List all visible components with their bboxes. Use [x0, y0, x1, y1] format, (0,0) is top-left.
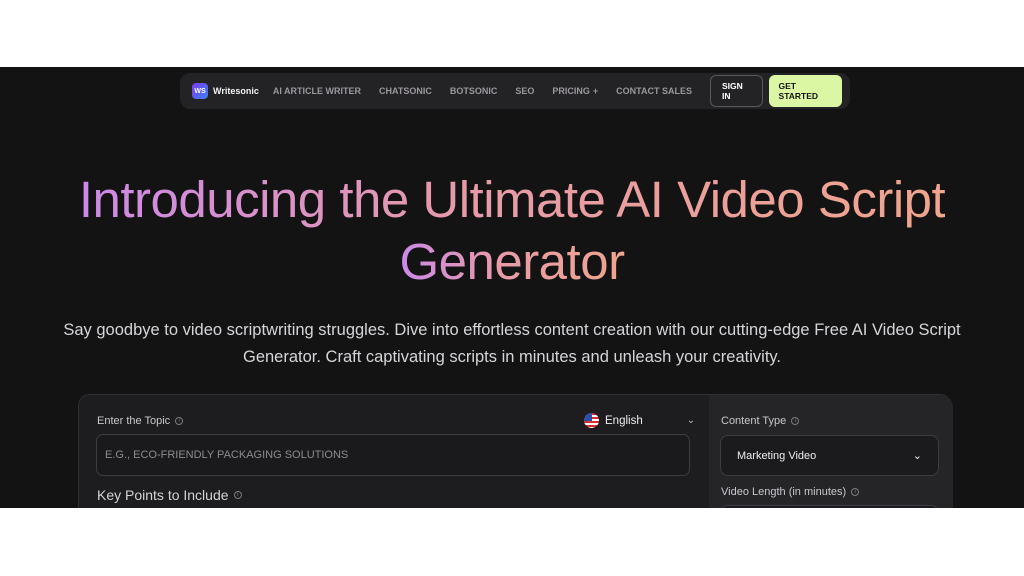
us-flag-icon: [584, 413, 599, 428]
nav-link-pricing[interactable]: PRICING +: [552, 86, 598, 96]
logo-icon: WS: [192, 83, 208, 99]
nav-link-ai-article-writer[interactable]: AI ARTICLE WRITER: [273, 86, 361, 96]
form-left-column: Enter the Topic i English ⌄ Key Points t…: [79, 395, 705, 508]
info-icon[interactable]: i: [233, 491, 242, 499]
info-icon[interactable]: i: [851, 488, 860, 496]
topic-label: Enter the Topic i: [97, 415, 184, 427]
page-title-line-1: Introducing the Ultimate AI Video Script: [78, 171, 946, 228]
key-points-label: Key Points to Include i: [97, 487, 242, 503]
topic-input[interactable]: [96, 434, 690, 476]
key-points-label-text: Key Points to Include: [97, 487, 229, 503]
hero-subtitle-line-2: Generator. Craft captivating scripts in …: [242, 348, 782, 366]
get-started-button[interactable]: GET STARTED: [768, 75, 842, 107]
plus-icon: +: [592, 86, 599, 96]
content-type-label: Content Type i: [721, 415, 800, 427]
topic-label-text: Enter the Topic: [97, 415, 171, 427]
info-icon[interactable]: i: [791, 417, 800, 425]
chevron-down-icon: ⌄: [686, 415, 696, 426]
page-frame: WS Writesonic AI ARTICLE WRITER CHATSONI…: [0, 67, 1024, 508]
script-generator-form: Enter the Topic i English ⌄ Key Points t…: [78, 394, 953, 508]
sign-in-button[interactable]: SIGN IN: [710, 75, 763, 107]
top-navbar: WS Writesonic AI ARTICLE WRITER CHATSONI…: [180, 73, 850, 109]
hero-subtitle: Say goodbye to video scriptwriting strug…: [10, 317, 1014, 371]
language-selector[interactable]: English ⌄: [584, 413, 695, 428]
writesonic-logo[interactable]: WS Writesonic: [192, 83, 259, 99]
nav-link-chatsonic[interactable]: CHATSONIC: [379, 86, 432, 96]
logo-text: Writesonic: [213, 86, 259, 96]
content-type-value: Marketing Video: [737, 449, 817, 462]
nav-link-seo[interactable]: SEO: [515, 86, 534, 96]
hero-subtitle-line-1: Say goodbye to video scriptwriting strug…: [63, 321, 961, 339]
nav-link-contact-sales[interactable]: CONTACT SALES: [616, 86, 692, 96]
content-type-label-text: Content Type: [721, 415, 787, 427]
language-value: English: [605, 414, 643, 427]
chevron-down-icon: ⌄: [912, 450, 922, 462]
form-right-column: Content Type i Marketing Video ⌄ Video L…: [709, 395, 953, 508]
nav-link-botsonic[interactable]: BOTSONIC: [450, 86, 498, 96]
page-title-line-2: Generator: [399, 233, 625, 290]
content-type-select[interactable]: Marketing Video ⌄: [720, 435, 939, 476]
video-length-input[interactable]: [720, 505, 939, 508]
video-length-label-text: Video Length (in minutes): [721, 486, 847, 498]
page-title: Introducing the Ultimate AI Video Script…: [0, 169, 1024, 293]
info-icon[interactable]: i: [175, 417, 184, 425]
video-length-label: Video Length (in minutes) i: [721, 486, 860, 498]
pricing-label: PRICING: [552, 86, 590, 96]
